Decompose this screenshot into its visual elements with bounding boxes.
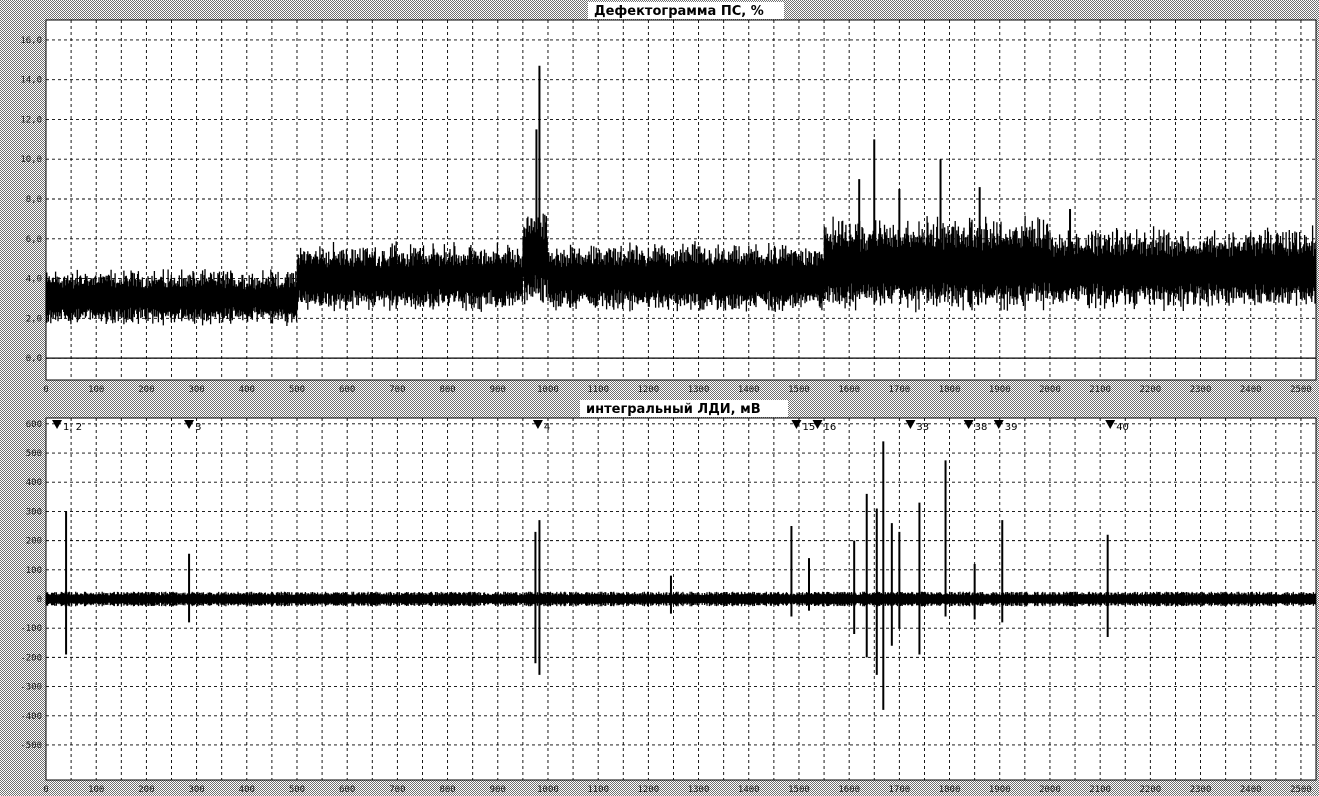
- defect-marker-label: 38: [975, 422, 988, 433]
- ldi-y-tick-label: -100: [20, 624, 42, 634]
- ps-defectogram-title: Дефектограмма ПС, %: [594, 4, 764, 19]
- ps-x-tick-label: 2200: [1140, 385, 1162, 395]
- ps-x-tick-label: 600: [339, 385, 355, 395]
- ldi-x-tick-label: 1700: [889, 785, 911, 795]
- ps-x-tick-label: 1100: [587, 385, 609, 395]
- ldi-x-tick-label: 300: [188, 785, 204, 795]
- defect-marker-label: 39: [1005, 422, 1018, 433]
- ps-y-tick-label: 2,0: [26, 314, 42, 324]
- ldi-x-tick-label: 1400: [738, 785, 760, 795]
- ps-y-tick-label: 16,0: [20, 36, 42, 46]
- ps-x-tick-label: 1500: [788, 385, 810, 395]
- ldi-x-tick-label: 2300: [1190, 785, 1212, 795]
- ps-x-tick-label: 200: [138, 385, 154, 395]
- ldi-x-tick-label: 2200: [1140, 785, 1162, 795]
- ldi-x-tick-label: 200: [138, 785, 154, 795]
- defect-marker-label: 15: [802, 422, 815, 433]
- ldi-x-tick-label: 1100: [587, 785, 609, 795]
- ps-y-tick-label: 6,0: [26, 235, 42, 245]
- ps-x-tick-label: 2400: [1240, 385, 1262, 395]
- ps-x-tick-label: 900: [490, 385, 506, 395]
- ps-x-tick-label: 700: [389, 385, 405, 395]
- ldi-x-tick-label: 1000: [537, 785, 559, 795]
- defect-marker-label: 1, 2: [63, 422, 82, 433]
- ldi-y-tick-label: 200: [26, 537, 42, 547]
- ldi-x-tick-label: 2500: [1290, 785, 1312, 795]
- ldi-x-tick-label: 900: [490, 785, 506, 795]
- defectogram-chart: 16,014,012,010,08,06,04,02,00,00 100 200 30…: [0, 0, 1319, 796]
- ps-x-tick-label: 1300: [688, 385, 710, 395]
- ldi-x-tick-label: 2000: [1039, 785, 1061, 795]
- ldi-y-tick-label: -300: [20, 683, 42, 693]
- ldi-x-tick-label: 0: [43, 785, 48, 795]
- ps-x-tick-label: 100: [88, 385, 104, 395]
- ps-y-tick-label: 8,0: [26, 195, 42, 205]
- ps-x-tick-label: 2100: [1089, 385, 1111, 395]
- ldi-y-tick-label: -200: [20, 653, 42, 663]
- ps-y-tick-label: 0,0: [26, 354, 42, 364]
- ldi-x-tick-label: 2400: [1240, 785, 1262, 795]
- ps-x-tick-label: 2000: [1039, 385, 1061, 395]
- ps-x-tick-label: 1700: [889, 385, 911, 395]
- ldi-x-tick-label: 800: [439, 785, 455, 795]
- ps-y-tick-label: 14,0: [20, 76, 42, 86]
- ps-x-tick-label: 1800: [939, 385, 961, 395]
- ps-y-tick-label: 12,0: [20, 115, 42, 125]
- ps-x-tick-label: 1900: [989, 385, 1011, 395]
- ldi-x-tick-label: 1300: [688, 785, 710, 795]
- ldi-y-tick-label: -500: [20, 741, 42, 751]
- ps-x-tick-label: 300: [188, 385, 204, 395]
- ldi-x-tick-label: 1900: [989, 785, 1011, 795]
- ldi-x-tick-label: 700: [389, 785, 405, 795]
- ps-x-tick-label: 2300: [1190, 385, 1212, 395]
- ps-y-tick-label: 10,0: [20, 155, 42, 165]
- ps-x-tick-label: 400: [239, 385, 255, 395]
- ps-x-tick-label: 500: [289, 385, 305, 395]
- ps-x-tick-label: 1000: [537, 385, 559, 395]
- ldi-integral-title: интегральный ЛДИ, мВ: [586, 402, 761, 417]
- ldi-x-tick-label: 1500: [788, 785, 810, 795]
- ldi-x-tick-label: 1600: [838, 785, 860, 795]
- ldi-integral-panel: 6005004003002001000-100-200-300-400-5000…: [20, 417, 1317, 795]
- ldi-y-tick-label: 400: [26, 478, 42, 488]
- ldi-y-tick-label: 300: [26, 507, 42, 517]
- ps-x-tick-label: 800: [439, 385, 455, 395]
- ps-defectogram-panel: 16,0 14,0 12,0 10,0 8,0 6,0 4,0 2,0 0,0 0 100 200 30…: [20, 19, 1317, 395]
- ldi-x-tick-label: 1200: [638, 785, 660, 795]
- ldi-y-tick-label: 600: [26, 420, 42, 430]
- ldi-x-tick-label: 500: [289, 785, 305, 795]
- ldi-x-tick-label: 2100: [1089, 785, 1111, 795]
- defect-marker-label: 33: [916, 422, 929, 433]
- ps-x-tick-label: 1200: [638, 385, 660, 395]
- ldi-x-tick-label: 1800: [939, 785, 961, 795]
- ldi-x-tick-label: 600: [339, 785, 355, 795]
- defect-marker-label: 3: [195, 422, 201, 433]
- ps-x-tick-label: 1600: [838, 385, 860, 395]
- defect-marker-label: 16: [824, 422, 837, 433]
- defect-marker-label: 40: [1116, 422, 1129, 433]
- defect-marker-label: 4: [544, 422, 550, 433]
- ps-x-tick-label: 2500: [1290, 385, 1312, 395]
- ldi-y-tick-label: -400: [20, 712, 42, 722]
- ps-x-tick-label: 0: [43, 385, 48, 395]
- ldi-y-tick-label: 100: [26, 566, 42, 576]
- ps-y-tick-label: 4,0: [26, 275, 42, 285]
- ldi-x-tick-label: 400: [239, 785, 255, 795]
- ldi-y-tick-label: 0: [37, 595, 42, 605]
- ps-x-tick-label: 1400: [738, 385, 760, 395]
- ldi-y-tick-label: 500: [26, 449, 42, 459]
- ldi-x-tick-label: 100: [88, 785, 104, 795]
